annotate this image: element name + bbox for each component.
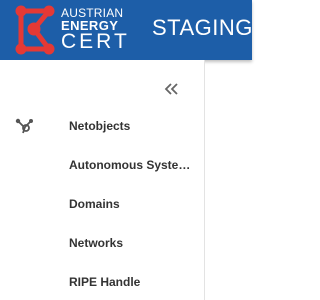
brand-logo[interactable]: AUSTRIAN ENERGY CERT bbox=[14, 4, 127, 56]
sidebar-item-networks[interactable]: Networks bbox=[0, 225, 205, 264]
collapse-sidebar-button[interactable] bbox=[160, 78, 182, 100]
sidebar-item-label: Netobjects bbox=[69, 119, 131, 133]
sidebar-item-autonomous-systems[interactable]: Autonomous Systems bbox=[0, 147, 205, 186]
logo-mark-icon bbox=[15, 5, 55, 55]
sidebar: Netobjects Autonomous Systems Domains Ne… bbox=[0, 60, 205, 300]
logo-line-cert: CERT bbox=[61, 30, 130, 53]
logo-text: AUSTRIAN ENERGY CERT bbox=[61, 7, 130, 52]
sidebar-item-label: Autonomous Systems bbox=[69, 158, 191, 172]
top-header: AUSTRIAN ENERGY CERT STAGING bbox=[0, 0, 252, 60]
app-page: AUSTRIAN ENERGY CERT STAGING Netobjects bbox=[0, 0, 252, 300]
sidebar-item-label: Domains bbox=[69, 197, 120, 211]
sidebar-item-label: Networks bbox=[69, 236, 124, 250]
sidebar-item-ripe-handle[interactable]: RIPE Handle bbox=[0, 264, 205, 300]
sidebar-item-label: RIPE Handle bbox=[69, 275, 141, 289]
sidebar-item-netobjects[interactable]: Netobjects bbox=[0, 108, 205, 147]
double-chevron-left-icon bbox=[164, 83, 178, 95]
sidebar-item-domains[interactable]: Domains bbox=[0, 186, 205, 225]
environment-title: STAGING bbox=[152, 15, 253, 40]
hub-icon bbox=[15, 118, 33, 134]
